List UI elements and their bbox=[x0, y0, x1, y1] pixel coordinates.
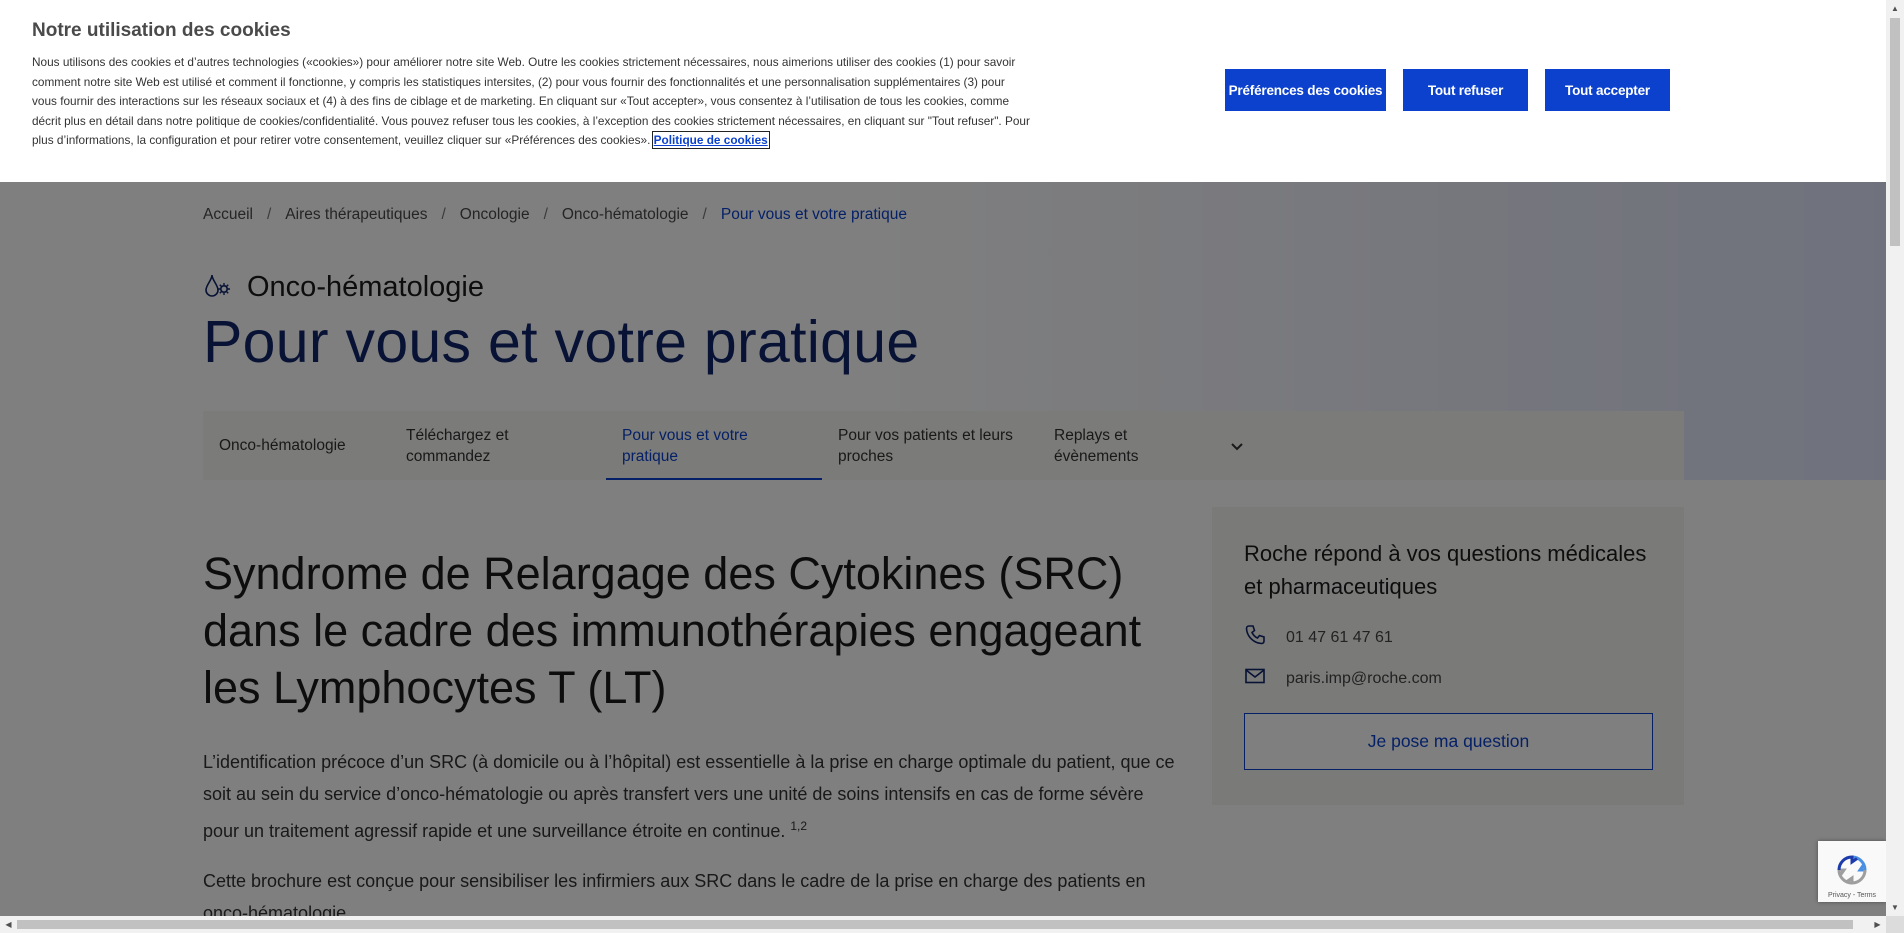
horizontal-scrollbar[interactable]: ◀ ▶ bbox=[0, 916, 1886, 933]
cookie-banner-body: Nous utilisons des cookies et d’autres t… bbox=[32, 55, 1030, 148]
scroll-left-arrow-icon[interactable]: ◀ bbox=[0, 916, 17, 933]
cookie-banner: Notre utilisation des cookies Nous utili… bbox=[0, 0, 1886, 182]
horizontal-scrollbar-thumb[interactable] bbox=[17, 920, 1853, 929]
cookie-actions: Préférences des cookies Tout refuser Tou… bbox=[1225, 69, 1670, 111]
vertical-scrollbar-thumb[interactable] bbox=[1890, 18, 1900, 246]
cookie-banner-text: Nous utilisons des cookies et d’autres t… bbox=[32, 53, 1032, 151]
cookie-policy-link[interactable]: Politique de cookies bbox=[651, 131, 770, 150]
scroll-down-arrow-icon[interactable]: ▼ bbox=[1886, 899, 1904, 916]
recaptcha-badge[interactable]: Privacy - Terms bbox=[1818, 841, 1886, 902]
accept-all-button[interactable]: Tout accepter bbox=[1545, 69, 1670, 111]
scroll-right-arrow-icon[interactable]: ▶ bbox=[1869, 916, 1886, 933]
cookie-banner-title: Notre utilisation des cookies bbox=[32, 20, 291, 41]
cookie-preferences-button[interactable]: Préférences des cookies bbox=[1225, 69, 1386, 111]
scroll-up-arrow-icon[interactable]: ▲ bbox=[1886, 0, 1904, 17]
scrollbar-corner bbox=[1886, 916, 1904, 933]
reject-all-button[interactable]: Tout refuser bbox=[1403, 69, 1528, 111]
recaptcha-terms[interactable]: Privacy - Terms bbox=[1828, 892, 1876, 899]
recaptcha-icon bbox=[1835, 853, 1869, 892]
vertical-scrollbar[interactable]: ▲ ▼ bbox=[1886, 0, 1904, 916]
